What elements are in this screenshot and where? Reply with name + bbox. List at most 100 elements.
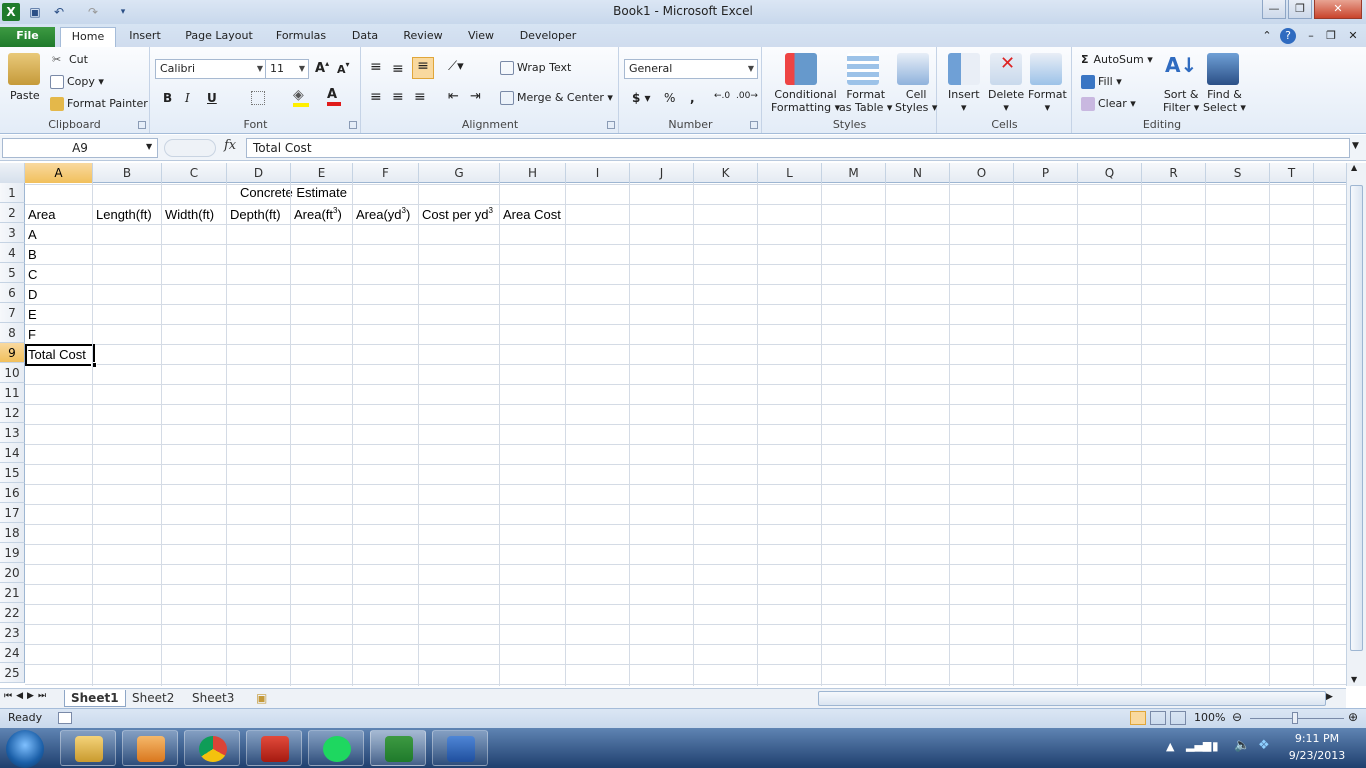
row-header[interactable]: 1 [0, 183, 25, 203]
column-header[interactable]: O [950, 163, 1014, 183]
normal-view-icon[interactable] [1130, 711, 1146, 725]
signal-icon[interactable]: ▂▄▆ [1186, 739, 1211, 752]
cell-header-width[interactable]: Width(ft) [162, 205, 214, 225]
row-header[interactable]: 23 [0, 623, 25, 643]
column-header[interactable]: N [886, 163, 950, 183]
conditional-formatting-icon[interactable] [785, 53, 817, 85]
row-header[interactable]: 5 [0, 263, 25, 283]
taskbar-word[interactable] [432, 730, 488, 766]
vertical-scroll-thumb[interactable] [1350, 185, 1363, 651]
find-select-button[interactable]: Find & Select ▾ [1203, 88, 1246, 114]
font-size-select[interactable]: 11 ▼ [265, 59, 309, 79]
active-cell-selection[interactable] [25, 344, 97, 368]
cell-header-area-yd[interactable]: Area(yd3) [353, 205, 410, 225]
shrink-font-button[interactable]: A▾ [337, 61, 350, 77]
increase-indent-icon[interactable]: ⇥ [470, 89, 481, 104]
align-top-icon[interactable]: ≡ [370, 59, 382, 75]
column-header[interactable]: J [630, 163, 694, 183]
expand-formula-bar-icon[interactable]: ▼ [1352, 141, 1359, 151]
clipboard-launcher-icon[interactable] [138, 121, 146, 129]
delete-cells-icon[interactable]: ✕ [990, 53, 1022, 85]
row-header[interactable]: 18 [0, 523, 25, 543]
font-name-select[interactable]: Calibri ▼ [155, 59, 267, 79]
column-header[interactable]: I [566, 163, 630, 183]
font-launcher-icon[interactable] [349, 121, 357, 129]
page-break-view-icon[interactable] [1170, 711, 1186, 725]
insert-function-button[interactable]: fx [224, 138, 244, 158]
cell-area-d[interactable]: D [25, 285, 37, 305]
cell-header-area-ft[interactable]: Area(ft3) [291, 205, 342, 225]
help-icon[interactable]: ? [1280, 28, 1296, 44]
row-header[interactable]: 7 [0, 303, 25, 323]
cell-header-area[interactable]: Area [25, 205, 55, 225]
column-header[interactable]: Q [1078, 163, 1142, 183]
column-header[interactable]: D [227, 163, 291, 183]
row-header[interactable]: 15 [0, 463, 25, 483]
font-color-button[interactable]: A [327, 87, 341, 106]
row-header[interactable]: 25 [0, 663, 25, 683]
column-header[interactable]: B [93, 163, 162, 183]
show-hidden-icons[interactable]: ▲ [1166, 740, 1174, 753]
zoom-out-icon[interactable]: ⊖ [1232, 710, 1242, 724]
row-header[interactable]: 17 [0, 503, 25, 523]
restore-button[interactable]: ❐ [1288, 0, 1312, 19]
tab-view[interactable]: View [460, 27, 502, 47]
taskbar-spotify[interactable] [308, 730, 364, 766]
bold-button[interactable]: B [163, 91, 172, 105]
column-header[interactable]: P [1014, 163, 1078, 183]
taskbar-explorer[interactable] [60, 730, 116, 766]
sheet-tab-1[interactable]: Sheet1 [64, 690, 126, 707]
horizontal-scroll-thumb[interactable] [818, 691, 1326, 706]
name-box-dropdown-icon[interactable]: ▼ [146, 142, 152, 151]
minimize-ribbon-icon[interactable]: ⌃ [1260, 27, 1274, 47]
comma-button[interactable]: , [690, 91, 695, 105]
italic-button[interactable]: I [185, 91, 190, 105]
cell-area-c[interactable]: C [25, 265, 37, 285]
column-header[interactable]: F [353, 163, 419, 183]
cell-header-cost-per-yd[interactable]: Cost per yd3 [419, 205, 493, 225]
row-header[interactable]: 6 [0, 283, 25, 303]
workbook-close-icon[interactable]: ✕ [1346, 27, 1360, 47]
column-header[interactable]: K [694, 163, 758, 183]
column-header[interactable]: E [291, 163, 353, 183]
row-header[interactable]: 22 [0, 603, 25, 623]
decrease-decimal-icon[interactable]: .00→ [736, 91, 758, 101]
zoom-in-icon[interactable]: ⊕ [1348, 710, 1358, 724]
cell-grid[interactable]: Concrete Estimate Area Length(ft) Width(… [25, 183, 1346, 686]
wrap-text-button[interactable]: Wrap Text [500, 61, 571, 75]
row-header[interactable]: 24 [0, 643, 25, 663]
tab-data[interactable]: Data [344, 27, 386, 47]
row-header[interactable]: 19 [0, 543, 25, 563]
macro-record-icon[interactable] [58, 712, 72, 724]
row-header[interactable]: 3 [0, 223, 25, 243]
volume-icon[interactable]: 🔈 [1234, 738, 1250, 753]
align-left-icon[interactable]: ≡ [370, 89, 382, 105]
fill-button[interactable]: Fill ▾ [1081, 75, 1122, 89]
vertical-scrollbar[interactable]: ▲ ▼ [1346, 163, 1366, 686]
sort-filter-icon[interactable]: A↓ [1165, 53, 1197, 85]
currency-button[interactable]: $ ▾ [632, 91, 651, 105]
cell-styles-icon[interactable] [897, 53, 929, 85]
taskbar-chrome[interactable] [184, 730, 240, 766]
column-header[interactable]: R [1142, 163, 1206, 183]
clock-date[interactable]: 9/23/2013 [1282, 749, 1352, 762]
row-header[interactable]: 4 [0, 243, 25, 263]
sheet-tab-2[interactable]: Sheet2 [126, 690, 180, 707]
paste-icon[interactable] [8, 53, 40, 85]
clear-button[interactable]: Clear ▾ [1081, 97, 1136, 111]
row-header[interactable]: 12 [0, 403, 25, 423]
paste-button[interactable]: Paste [10, 89, 40, 102]
column-header[interactable]: T [1270, 163, 1314, 183]
start-button[interactable] [6, 730, 44, 768]
zoom-slider-thumb[interactable] [1292, 712, 1298, 724]
row-header[interactable]: 10 [0, 363, 25, 383]
column-header[interactable]: S [1206, 163, 1270, 183]
conditional-formatting-button[interactable]: Conditional Formatting ▾ [771, 88, 840, 114]
insert-cells-icon[interactable] [948, 53, 980, 85]
column-header[interactable]: M [822, 163, 886, 183]
cell-area-b[interactable]: B [25, 245, 37, 265]
delete-cells-button[interactable]: Delete ▾ [988, 88, 1024, 114]
row-header[interactable]: 2 [0, 203, 25, 223]
format-as-table-button[interactable]: Format as Table ▾ [839, 88, 892, 114]
select-all-button[interactable] [0, 163, 25, 183]
